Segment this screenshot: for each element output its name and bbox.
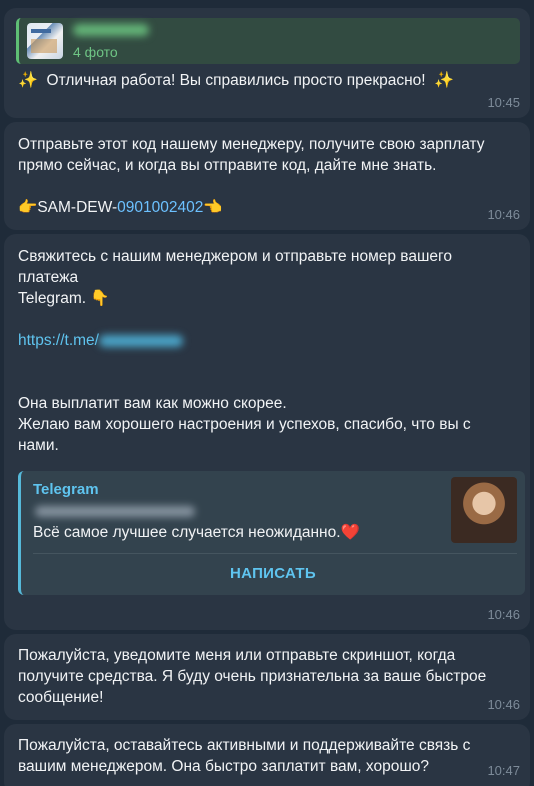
telegram-link[interactable]: https://t.me/: [18, 332, 99, 349]
message-line: прямо сейчас, и когда вы отправите код, …: [18, 157, 437, 174]
message-line: Отправьте этот код нашему менеджеру, пол…: [18, 136, 485, 153]
reply-photo-thumbnail: [27, 23, 63, 59]
preview-title-redacted: [35, 506, 195, 517]
preview-profile-image: [451, 477, 517, 543]
code-line: 👉SAM-DEW-0901002402👈: [18, 197, 518, 218]
pointing-down-icon: 👇: [90, 290, 110, 307]
reply-photo-count: 4 фото: [73, 44, 118, 60]
preview-description: Всё самое лучшее случается неожиданно.❤️: [33, 524, 360, 541]
message-line: Telegram. 👇: [18, 290, 110, 307]
link-line: https://t.me/: [18, 330, 518, 351]
reply-sender-name-redacted: [73, 24, 149, 36]
message-time: 10:46: [487, 607, 520, 622]
message-line: Пожалуйста, уведомите меня или отправьте…: [18, 647, 456, 664]
message-time: 10:46: [487, 207, 520, 222]
message-line: платежа: [18, 269, 79, 286]
message-line: нами.: [18, 437, 59, 454]
sparkles-icon: ✨: [434, 72, 455, 89]
heart-icon: ❤️: [340, 524, 360, 541]
reply-preview[interactable]: 4 фото: [16, 18, 520, 64]
message-bubble[interactable]: Свяжитесь с нашим менеджером и отправьте…: [4, 234, 530, 630]
message-line: Она выплатит вам как можно скорее.: [18, 395, 287, 412]
message-time: 10:46: [487, 697, 520, 712]
message-line: Пожалуйста, оставайтесь активными и подд…: [18, 737, 471, 754]
message-line: вашим менеджером. Она быстро заплатит ва…: [18, 758, 430, 775]
code-prefix: SAM-DEW-: [37, 199, 118, 216]
code-number[interactable]: 0901002402: [117, 199, 203, 216]
message-bubble[interactable]: 4 фото ✨ Отличная работа! Вы справились …: [4, 8, 530, 118]
message-line: Желаю вам хорошего настроения и успехов,…: [18, 416, 471, 433]
message-line: Свяжитесь с нашим менеджером и отправьте…: [18, 248, 452, 265]
pointing-left-icon: 👈: [203, 199, 223, 216]
sparkles-icon: ✨: [18, 72, 38, 89]
message-line: сообщение!: [18, 689, 104, 706]
message-line: получите средства. Я буду очень признате…: [18, 668, 487, 685]
message-bubble[interactable]: Пожалуйста, оставайтесь активными и подд…: [4, 724, 530, 786]
write-message-button[interactable]: НАПИСАТЬ: [21, 554, 525, 594]
redacted-username: [98, 334, 183, 347]
message-text: ✨ Отличная работа! Вы справились просто …: [18, 72, 455, 89]
preview-site-name: Telegram: [33, 481, 99, 498]
link-preview-card[interactable]: Telegram Всё самое лучшее случается неож…: [18, 471, 525, 595]
pointing-right-icon: 👉: [18, 199, 38, 216]
message-bubble[interactable]: Пожалуйста, уведомите меня или отправьте…: [4, 634, 530, 720]
message-bubble[interactable]: Отправьте этот код нашему менеджеру, пол…: [4, 122, 530, 230]
message-time: 10:47: [487, 763, 520, 778]
chat-history: 4 фото ✨ Отличная работа! Вы справились …: [0, 0, 534, 786]
message-time: 10:45: [487, 95, 520, 110]
